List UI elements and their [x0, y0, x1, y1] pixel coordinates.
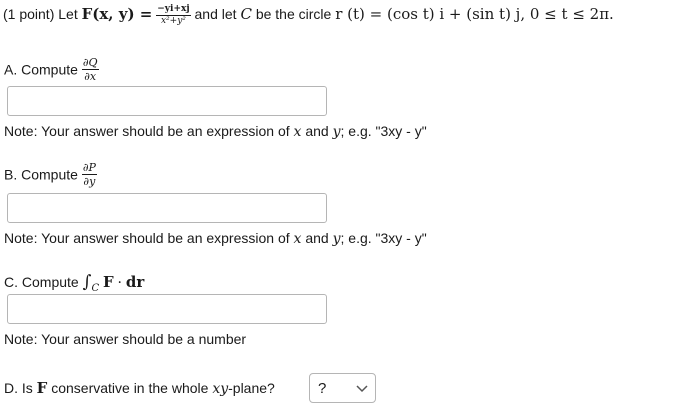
- vector-field-definition: F(x, y) =: [81, 5, 153, 24]
- part-b-derivative-num: ∂P: [81, 161, 97, 175]
- part-a-note-y: y: [332, 124, 341, 140]
- part-b-derivative-den: ∂y: [83, 175, 96, 188]
- and-let-text: and let: [194, 6, 237, 23]
- conservative-select-value: ?: [318, 380, 327, 397]
- part-b-note-y: y: [332, 231, 341, 247]
- vector-field-fraction: −yi+xj x²+y²: [156, 4, 191, 26]
- part-b-note-and: and: [305, 230, 329, 246]
- part-a-derivative-den: ∂x: [84, 70, 97, 83]
- part-a-derivative-num: ∂Q: [81, 56, 99, 70]
- points-label: (1 point): [3, 6, 55, 23]
- part-b-prompt: B. Compute ∂P ∂y: [4, 161, 97, 188]
- curve-parametrization: r (t) = (cos t) i + (sin t) j, 0 ≤ t ≤ 2…: [335, 5, 614, 24]
- part-b-note-post: ; e.g. "3xy - y": [340, 230, 427, 246]
- part-d-label-mid: conservative in the whole: [51, 380, 209, 396]
- part-b-label: B. Compute: [4, 166, 78, 183]
- be-circle-text: be the circle: [255, 6, 332, 23]
- part-c-note: Note: Your answer should be a number: [4, 331, 247, 347]
- part-a-note-x: x: [293, 124, 302, 140]
- integral-F: F: [103, 273, 114, 291]
- part-d-F: F: [36, 379, 48, 397]
- integral-dot: ·: [117, 275, 122, 291]
- part-b-note: Note: Your answer should be an expressio…: [4, 230, 427, 247]
- part-a-derivative: ∂Q ∂x: [81, 56, 99, 83]
- part-d-prompt: D. Is F conservative in the whole xy-pla…: [4, 379, 275, 397]
- integral-subscript: C: [91, 282, 100, 294]
- problem-statement: (1 point) Let F(x, y) = −yi+xj x²+y² and…: [3, 5, 614, 26]
- part-a-prompt: A. Compute ∂Q ∂x: [4, 56, 99, 83]
- let-text: Let: [58, 6, 78, 23]
- integral-dr: dr: [125, 273, 145, 291]
- part-c-prompt: C. Compute ∫C F · dr: [4, 272, 144, 294]
- fraction-numerator: −yi+xj: [156, 4, 191, 16]
- conservative-select[interactable]: ?: [309, 373, 376, 403]
- part-d-label-post: -plane?: [228, 380, 275, 396]
- part-a-note-and: and: [305, 123, 329, 139]
- chevron-down-icon: [356, 385, 368, 393]
- fraction-denominator: x²+y²: [160, 16, 186, 26]
- part-a-label: A. Compute: [4, 61, 78, 78]
- part-c-answer-input[interactable]: [7, 294, 327, 324]
- part-a-note-pre: Note: Your answer should be an expressio…: [4, 123, 290, 139]
- part-d-label-pre: D. Is: [4, 380, 33, 396]
- curve-name: C: [240, 5, 252, 24]
- part-c-label: C. Compute: [4, 274, 79, 290]
- part-b-answer-input[interactable]: [7, 193, 327, 223]
- part-a-answer-input[interactable]: [7, 86, 327, 116]
- part-b-note-x: x: [293, 231, 302, 247]
- part-d-plane-var: xy: [212, 381, 229, 397]
- part-b-derivative: ∂P ∂y: [81, 161, 97, 188]
- part-b-note-pre: Note: Your answer should be an expressio…: [4, 230, 290, 246]
- part-a-note-post: ; e.g. "3xy - y": [340, 123, 427, 139]
- part-a-note: Note: Your answer should be an expressio…: [4, 123, 427, 140]
